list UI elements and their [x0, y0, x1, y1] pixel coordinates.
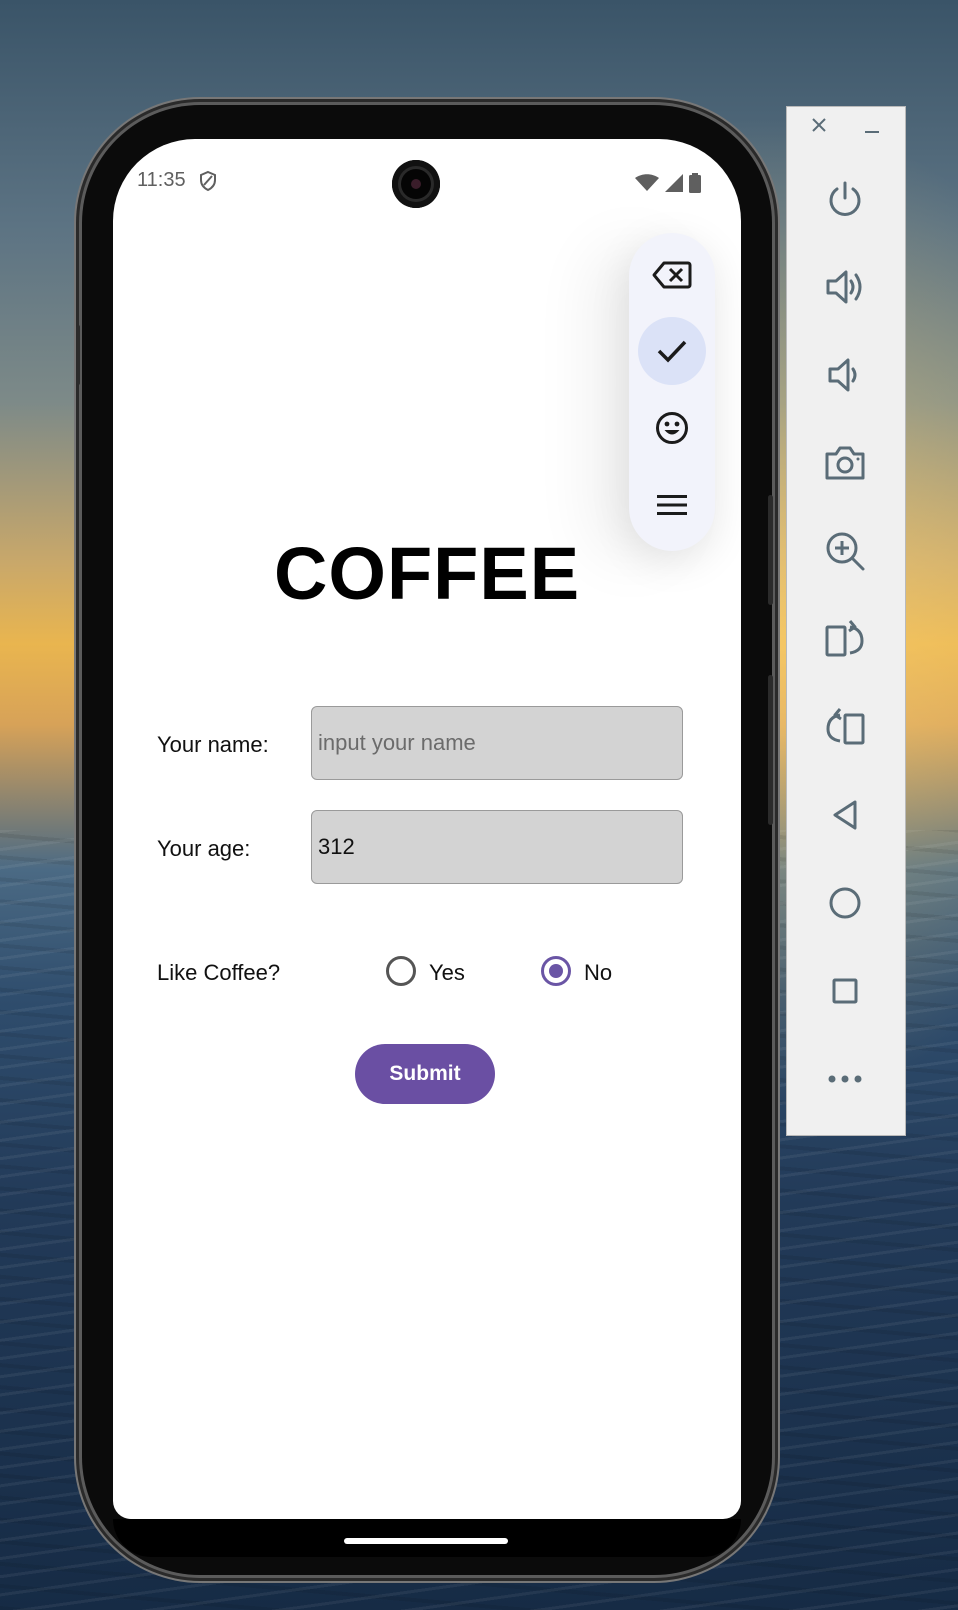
phone-volume-button: [768, 675, 773, 825]
radio-no[interactable]: [541, 956, 571, 986]
status-time: 11:35: [137, 169, 186, 191]
volume-up-icon[interactable]: [817, 259, 873, 315]
minimize-icon[interactable]: [865, 131, 879, 133]
signal-icon: [665, 174, 683, 192]
status-icons: [635, 173, 701, 193]
camera-icon-lens: [392, 160, 440, 208]
phone-power-button: [768, 495, 773, 605]
radio-no-label[interactable]: No: [584, 960, 612, 986]
back-icon[interactable]: [817, 787, 873, 843]
submit-button[interactable]: Submit: [355, 1044, 495, 1104]
overview-icon[interactable]: [817, 963, 873, 1019]
power-icon[interactable]: [817, 171, 873, 227]
shield-icon: [198, 170, 218, 192]
volume-down-icon[interactable]: [817, 347, 873, 403]
phone-device: 11:35 COFFEE Your name: input your name …: [76, 105, 773, 1575]
backspace-icon[interactable]: [638, 241, 706, 309]
emulator-panel: [786, 106, 906, 1136]
radio-yes[interactable]: [386, 956, 416, 986]
emoji-icon[interactable]: [638, 394, 706, 462]
phone-screen: 11:35 COFFEE Your name: input your name …: [113, 139, 741, 1519]
gesture-home-bar[interactable]: [344, 1538, 508, 1544]
age-input[interactable]: 312: [311, 810, 683, 884]
zoom-in-icon[interactable]: [817, 523, 873, 579]
more-icon[interactable]: [817, 1051, 873, 1107]
wifi-icon: [635, 174, 659, 192]
rotate-left-icon[interactable]: [817, 699, 873, 755]
check-icon[interactable]: [638, 317, 706, 385]
close-icon[interactable]: [811, 117, 827, 133]
like-coffee-label: Like Coffee?: [157, 960, 281, 985]
battery-icon: [689, 173, 701, 193]
phone-side-button: [76, 325, 80, 385]
radio-yes-label[interactable]: Yes: [429, 960, 465, 986]
menu-icon[interactable]: [638, 471, 706, 539]
keyboard-toolbar: [629, 233, 715, 551]
home-icon[interactable]: [817, 875, 873, 931]
name-label: Your name:: [157, 732, 269, 757]
camera-icon[interactable]: [817, 435, 873, 491]
app-title: COFFEE: [273, 532, 581, 615]
rotate-right-icon[interactable]: [817, 611, 873, 667]
age-label: Your age:: [157, 836, 251, 861]
name-input[interactable]: input your name: [311, 706, 683, 780]
